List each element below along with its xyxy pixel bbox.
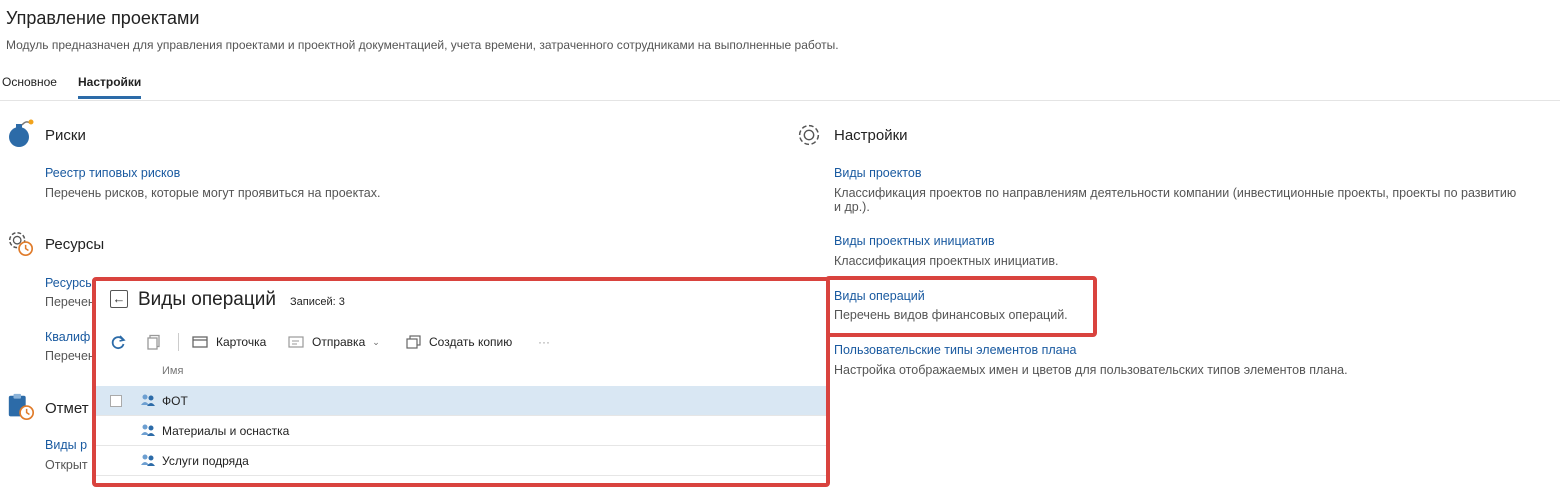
desc-mark-types: Открыт [45, 458, 88, 472]
link-custom-plan-types[interactable]: Пользовательские типы элементов плана [834, 343, 1077, 357]
section-title-resources: Ресурсы [45, 236, 105, 253]
refresh-icon[interactable] [110, 334, 126, 350]
duplicate-icon [406, 335, 421, 349]
card-icon [192, 336, 208, 348]
tab-main[interactable]: Основное [2, 75, 57, 89]
send-button-label: Отправка [312, 335, 366, 349]
link-operation-types[interactable]: Виды операций [834, 289, 925, 303]
users-icon [141, 424, 155, 436]
more-options-icon[interactable]: ··· [538, 335, 550, 349]
row-name: Услуги подряда [162, 454, 249, 468]
section-title-settings: Настройки [834, 127, 908, 144]
row-name: Материалы и оснастка [162, 424, 290, 438]
create-copy-button[interactable]: Создать копию [406, 335, 512, 349]
section-title-risks: Риски [45, 127, 86, 144]
link-qualifications[interactable]: Квалиф [45, 330, 90, 344]
back-arrow-icon[interactable]: ← [110, 290, 128, 308]
link-project-types[interactable]: Виды проектов [834, 166, 921, 180]
toolbar-separator [178, 333, 179, 351]
copy-doc-icon[interactable] [146, 334, 162, 350]
row-checkbox[interactable] [110, 395, 122, 407]
popup-title: Виды операций [138, 289, 276, 310]
record-count: Записей: 3 [290, 296, 345, 308]
table-row[interactable]: Услуги подряда [96, 446, 826, 476]
row-name: ФОТ [162, 394, 188, 408]
page-title: Управление проектами [6, 8, 200, 28]
desc-initiative-types: Классификация проектных инициатив. [834, 254, 1059, 268]
chevron-down-icon: ⌄ [372, 336, 380, 347]
link-initiative-types[interactable]: Виды проектных инициатив [834, 234, 995, 248]
popup-toolbar: Карточка Отправка ⌄ Создать копию ··· [96, 325, 826, 359]
send-button[interactable]: Отправка ⌄ [288, 335, 380, 349]
operation-types-popup: ← Виды операций Записей: 3 Карточка Отпр… [92, 277, 830, 487]
tab-bar: Основное Настройки [0, 72, 1560, 101]
highlight-box [825, 276, 1097, 337]
desc-operation-types: Перечень видов финансовых операций. [834, 308, 1068, 322]
table-row[interactable]: ФОТ [96, 386, 826, 416]
clipboard-clock-icon [8, 393, 35, 421]
desc-project-types: Классификация проектов по направлениям д… [834, 186, 1556, 214]
users-icon [141, 394, 155, 406]
card-button[interactable]: Карточка [192, 335, 266, 349]
section-title-marks: Отмет [45, 400, 89, 417]
page-description: Модуль предназначен для управления проек… [6, 38, 839, 52]
bomb-icon [9, 119, 34, 147]
desc-custom-plan-types: Настройка отображаемых имен и цветов для… [834, 363, 1348, 377]
card-button-label: Карточка [216, 335, 267, 349]
table-row[interactable]: Материалы и оснастка [96, 416, 826, 446]
gear-clock-icon [8, 231, 34, 257]
gear-icon [798, 124, 820, 146]
link-risk-registry[interactable]: Реестр типовых рисков [45, 166, 180, 180]
desc-risk-registry: Перечень рисков, которые могут проявитьс… [45, 186, 381, 200]
create-copy-button-label: Создать копию [429, 335, 513, 349]
grid-header: Имя [96, 363, 826, 385]
send-icon [288, 336, 304, 348]
popup-header: ← Виды операций Записей: 3 [96, 281, 826, 323]
users-icon [141, 454, 155, 466]
column-header-name[interactable]: Имя [162, 365, 183, 377]
tab-settings[interactable]: Настройки [78, 75, 142, 99]
desc-project-types-line2: и др.). [834, 200, 870, 214]
desc-project-types-line1: Классификация проектов по направлениям д… [834, 186, 1517, 200]
link-mark-types[interactable]: Виды р [45, 438, 87, 452]
link-resources[interactable]: Ресурсы [45, 276, 94, 290]
